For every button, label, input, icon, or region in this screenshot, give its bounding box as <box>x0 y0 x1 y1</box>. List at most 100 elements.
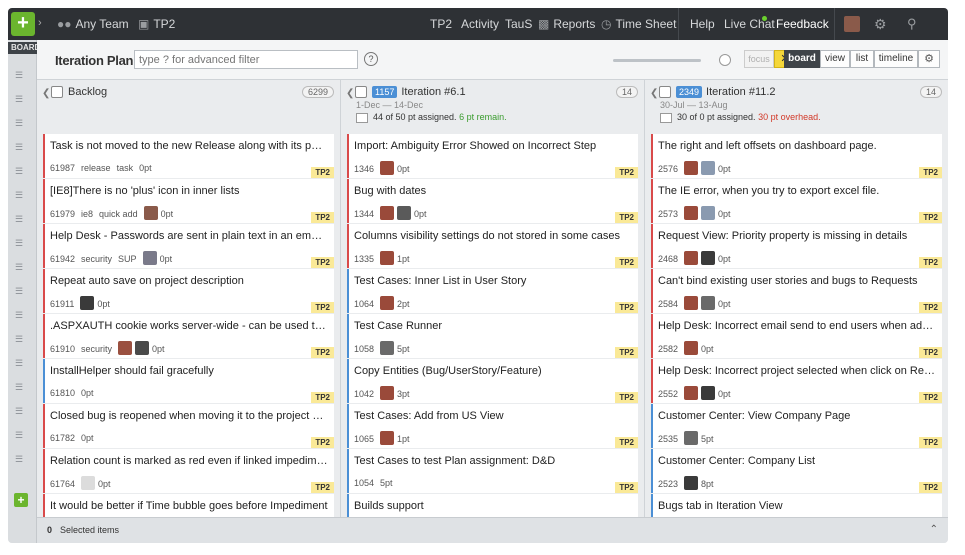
burndown-chart-icon[interactable] <box>660 112 672 123</box>
nav-link-reports[interactable]: ▩ Reports <box>538 8 595 40</box>
card-id[interactable]: 2552 <box>658 389 678 399</box>
card-title[interactable]: Can't bind existing user stories and bug… <box>658 275 936 287</box>
card-title[interactable]: Test Case Runner <box>354 320 632 332</box>
user-story-card[interactable]: Test Case Runner 1058 5pt TP2 <box>347 314 638 358</box>
card-title[interactable]: Request View: Priority property is missi… <box>658 230 936 242</box>
board-view-locked-icon[interactable]: ☰ <box>15 166 29 176</box>
bug-card[interactable]: Import: Ambiguity Error Showed on Incorr… <box>347 134 638 178</box>
assignee-avatar[interactable] <box>380 296 395 310</box>
column-select-checkbox[interactable] <box>51 86 63 98</box>
assignee-avatar[interactable] <box>684 161 699 175</box>
card-effort[interactable]: 0pt <box>414 209 427 219</box>
assignee-avatar[interactable] <box>118 341 133 355</box>
feedback-link[interactable]: Feedback <box>776 8 829 40</box>
board-view-locked-icon[interactable]: ☰ <box>15 358 29 368</box>
board-view-icon[interactable]: ☰ <box>15 238 29 248</box>
collapse-left-icon[interactable]: ❮ <box>346 88 354 99</box>
add-view-button[interactable]: + <box>14 493 28 507</box>
card-title[interactable]: Help Desk: Incorrect email send to end u… <box>658 320 936 332</box>
card-id[interactable]: 61942 <box>50 254 75 264</box>
board-view-locked-icon[interactable]: ☰ <box>15 286 29 296</box>
card-id[interactable]: 1042 <box>354 389 374 399</box>
bug-card[interactable]: Relation count is marked as red even if … <box>43 449 334 493</box>
card-effort[interactable]: 0pt <box>718 164 731 174</box>
filter-help-icon[interactable]: ? <box>364 52 378 66</box>
user-story-card[interactable]: Customer Center: Company List 2523 8pt TP2 <box>651 449 942 493</box>
bug-card[interactable]: [IE8]There is no 'plus' icon in inner li… <box>43 179 334 223</box>
card-effort[interactable]: 8pt <box>701 479 714 489</box>
assignee-avatar[interactable] <box>380 341 395 355</box>
collapse-left-icon[interactable]: ❮ <box>42 88 50 99</box>
card-title[interactable]: Test Cases: Inner List in User Story <box>354 275 632 287</box>
assignee-avatar[interactable] <box>701 206 716 220</box>
bug-card[interactable]: Repeat auto save on project description 6… <box>43 269 334 313</box>
card-id[interactable]: 2584 <box>658 299 678 309</box>
live-chat-link[interactable]: Live Chat <box>724 8 775 40</box>
card-effort[interactable]: 0pt <box>718 254 731 264</box>
card-id[interactable]: 61979 <box>50 209 75 219</box>
card-title[interactable]: It would be better if Time bubble goes b… <box>50 500 328 512</box>
user-story-card[interactable]: Test Cases to test Plan assignment: D&D 1… <box>347 449 638 493</box>
card-effort[interactable]: 1pt <box>397 254 410 264</box>
card-title[interactable]: Import: Ambiguity Error Showed on Incorr… <box>354 140 632 152</box>
board-settings-gear-icon[interactable]: ⚙ <box>918 50 940 68</box>
card-id[interactable]: 2573 <box>658 209 678 219</box>
board-view-locked-icon[interactable]: ☰ <box>15 310 29 320</box>
column-select-checkbox[interactable] <box>355 86 367 98</box>
bug-card[interactable]: Columns visibility settings do not store… <box>347 224 638 268</box>
bug-card[interactable]: It would be better if Time bubble goes b… <box>43 494 334 517</box>
gear-icon[interactable]: ⚙ <box>874 8 887 40</box>
card-id[interactable]: 61987 <box>50 163 75 173</box>
assignee-avatar[interactable] <box>684 476 699 490</box>
card-title[interactable]: Test Cases to test Plan assignment: D&D <box>354 455 632 467</box>
assignee-avatar[interactable] <box>684 296 699 310</box>
bug-card[interactable]: .ASPXAUTH cookie works server-wide - can… <box>43 314 334 358</box>
card-title[interactable]: Columns visibility settings do not store… <box>354 230 632 242</box>
assignee-avatar[interactable] <box>701 161 716 175</box>
chevron-right-icon[interactable]: › <box>38 17 42 29</box>
team-selector[interactable]: ●● Any Team <box>57 8 129 40</box>
assignee-avatar[interactable] <box>701 296 716 310</box>
card-id[interactable]: 2468 <box>658 254 678 264</box>
iteration-id-badge[interactable]: 1157 <box>372 86 398 98</box>
board-view-icon[interactable]: ☰ <box>15 70 29 80</box>
card-id[interactable]: 1054 <box>354 478 374 488</box>
add-entity-button[interactable]: + <box>11 12 35 36</box>
board-view-locked-icon[interactable]: ☰ <box>15 262 29 272</box>
card-effort[interactable]: 0pt <box>160 254 173 264</box>
board-view-locked-icon[interactable]: ☰ <box>15 334 29 344</box>
card-effort[interactable]: 1pt <box>397 434 410 444</box>
card-effort[interactable]: 0pt <box>81 388 94 398</box>
card-id[interactable]: 1064 <box>354 299 374 309</box>
card-title[interactable]: Builds support <box>354 500 632 512</box>
nav-link-taus[interactable]: TauS <box>505 8 532 40</box>
user-story-card[interactable]: Test Cases: Add from US View 1065 1pt TP2 <box>347 404 638 448</box>
card-title[interactable]: Bugs tab in Iteration View <box>658 500 936 512</box>
card-title[interactable]: Help Desk: Incorrect project selected wh… <box>658 365 936 377</box>
card-id[interactable]: 1058 <box>354 344 374 354</box>
card-id[interactable]: 61764 <box>50 479 75 489</box>
bug-card[interactable]: Task is not moved to the new Release alo… <box>43 134 334 178</box>
card-effort[interactable]: 5pt <box>701 434 714 444</box>
bug-card[interactable]: Bug with dates 1344 0pt TP2 <box>347 179 638 223</box>
bug-card[interactable]: The IE error, when you try to export exc… <box>651 179 942 223</box>
user-story-card[interactable]: InstallHelper should fail gracefully 6181… <box>43 359 334 403</box>
card-id[interactable]: 61911 <box>50 299 74 309</box>
card-effort[interactable]: 0pt <box>97 299 110 309</box>
card-title[interactable]: The right and left offsets on dashboard … <box>658 140 936 152</box>
collapse-left-icon[interactable]: ❮ <box>650 88 658 99</box>
user-story-card[interactable]: Customer Center: View Company Page 2535 5p… <box>651 404 942 448</box>
card-id[interactable]: 1344 <box>354 209 374 219</box>
card-tag[interactable]: release <box>81 163 111 173</box>
zoom-slider-handle[interactable] <box>719 54 731 66</box>
card-title[interactable]: Task is not moved to the new Release alo… <box>50 140 328 152</box>
card-id[interactable]: 2523 <box>658 479 678 489</box>
assignee-avatar[interactable] <box>684 341 699 355</box>
board-view-locked-icon[interactable]: ☰ <box>15 454 29 464</box>
bug-card[interactable]: Can't bind existing user stories and bug… <box>651 269 942 313</box>
burndown-chart-icon[interactable] <box>356 112 368 123</box>
assignee-avatar[interactable] <box>380 251 395 265</box>
assignee-avatar[interactable] <box>142 251 157 265</box>
card-title[interactable]: .ASPXAUTH cookie works server-wide - can… <box>50 320 328 332</box>
assignee-avatar[interactable] <box>684 251 699 265</box>
